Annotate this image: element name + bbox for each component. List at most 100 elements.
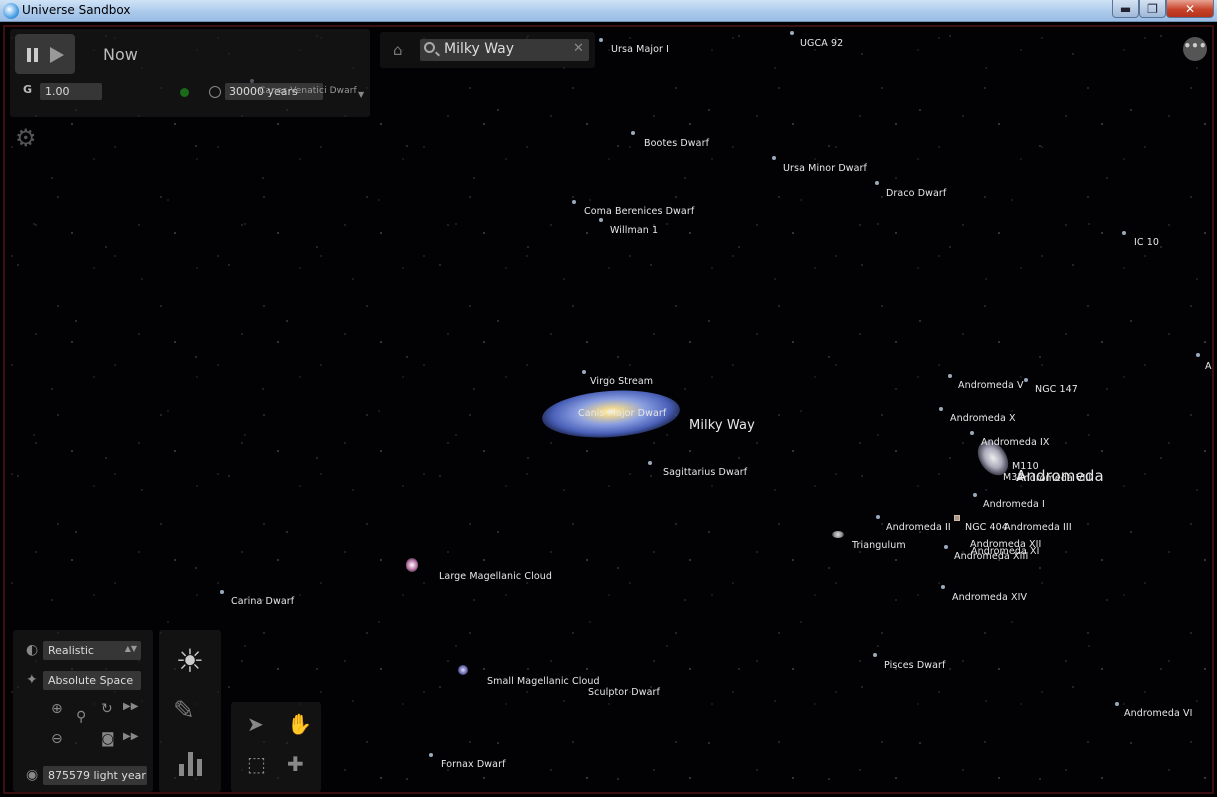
- fast-forward-icon[interactable]: ▶▶: [123, 702, 138, 712]
- label-andromeda-xiv[interactable]: Andromeda XIV: [952, 592, 1027, 603]
- label-ic-10[interactable]: IC 10: [1134, 237, 1159, 248]
- add-object-icon[interactable]: ✚: [287, 754, 304, 774]
- more-options-button[interactable]: •••: [1183, 37, 1207, 61]
- search-input[interactable]: Milky Way ✕: [420, 39, 589, 61]
- object-marker[interactable]: [220, 590, 224, 594]
- object-marker[interactable]: [973, 493, 977, 497]
- object-marker[interactable]: [599, 38, 603, 42]
- object-marker[interactable]: [599, 218, 603, 222]
- box-select-icon[interactable]: ⬚: [247, 754, 266, 774]
- object-marker[interactable]: [1115, 702, 1119, 706]
- object-marker[interactable]: [572, 200, 576, 204]
- play-pause-control[interactable]: [15, 34, 75, 74]
- object-marker[interactable]: [631, 131, 635, 135]
- render-mode-select[interactable]: Realistic ▲▼: [43, 641, 141, 660]
- app-logo-icon: [3, 3, 19, 19]
- object-marker[interactable]: [939, 407, 943, 411]
- interaction-mode-panel: ➤ ✋ ⬚ ✚: [231, 702, 321, 792]
- object-marker[interactable]: [429, 753, 433, 757]
- time-step-dropdown-arrow[interactable]: ▼: [358, 90, 364, 99]
- label-sagittarius-dwarf[interactable]: Sagittarius Dwarf: [663, 467, 747, 478]
- label-andromeda-xiii[interactable]: Andromeda XIII: [954, 551, 1028, 562]
- render-mode-icon: ◐: [26, 642, 39, 658]
- current-time-label[interactable]: Now: [103, 45, 138, 64]
- label-triangulum[interactable]: Triangulum: [852, 540, 906, 551]
- pause-icon[interactable]: [27, 48, 31, 62]
- object-marker[interactable]: [582, 370, 586, 374]
- search-clear-button[interactable]: ✕: [573, 41, 584, 56]
- maximize-button[interactable]: ❐: [1139, 0, 1166, 18]
- object-marker[interactable]: [948, 374, 952, 378]
- object-marker[interactable]: [1196, 353, 1200, 357]
- paint-icon[interactable]: ✎: [173, 696, 195, 726]
- large-magellanic-cloud-body[interactable]: [406, 558, 418, 572]
- zoom-in-icon[interactable]: ⊕: [51, 702, 63, 716]
- label-offscreen-object[interactable]: An: [1205, 361, 1212, 372]
- search-input-value[interactable]: Milky Way: [444, 41, 514, 57]
- sun-icon[interactable]: ☀: [173, 644, 207, 678]
- camera-icon[interactable]: ◙: [101, 732, 115, 746]
- chevron-updown-icon: ▲▼: [124, 644, 137, 653]
- label-willman-1[interactable]: Willman 1: [610, 225, 658, 236]
- simulation-viewport[interactable]: Ursa Major I UGCA 92 Bootes Dwarf Ursa M…: [3, 25, 1214, 794]
- object-marker[interactable]: [648, 461, 652, 465]
- camera-distance-readout: 875579 light year: [43, 766, 147, 785]
- label-ugca-92[interactable]: UGCA 92: [800, 38, 843, 49]
- reference-frame-select[interactable]: Absolute Space: [43, 671, 141, 690]
- object-marker[interactable]: [944, 545, 948, 549]
- label-draco-dwarf[interactable]: Draco Dwarf: [886, 188, 946, 199]
- hand-icon[interactable]: ✋: [287, 714, 312, 734]
- view-settings-panel: ◐ Realistic ▲▼ ✦ Absolute Space ⊕ ⚲ ↻ ▶▶…: [13, 630, 153, 792]
- label-andromeda[interactable]: Andromeda: [1016, 467, 1104, 485]
- label-coma-berenices-dwarf[interactable]: Coma Berenices Dwarf: [584, 206, 694, 217]
- label-ursa-minor-dwarf[interactable]: Ursa Minor Dwarf: [783, 163, 867, 174]
- minimize-button[interactable]: ▬: [1112, 0, 1139, 18]
- object-marker[interactable]: [772, 156, 776, 160]
- play-icon[interactable]: [50, 47, 64, 63]
- camera-target-icon[interactable]: ⚲: [76, 710, 86, 724]
- label-andromeda-ix[interactable]: Andromeda IX: [981, 437, 1050, 448]
- triangulum-body[interactable]: [832, 531, 844, 538]
- label-large-magellanic-cloud[interactable]: Large Magellanic Cloud: [439, 571, 552, 582]
- object-marker[interactable]: [873, 653, 877, 657]
- label-canes-venatici-dwarf[interactable]: Canes Venatici Dwarf: [259, 86, 357, 96]
- label-andromeda-iii[interactable]: Andromeda III: [1004, 522, 1072, 533]
- bar-chart-icon[interactable]: [179, 748, 205, 776]
- object-marker[interactable]: [1122, 231, 1126, 235]
- label-carina-dwarf[interactable]: Carina Dwarf: [231, 596, 294, 607]
- window-title: Universe Sandbox: [22, 3, 131, 17]
- label-andromeda-i[interactable]: Andromeda I: [983, 499, 1045, 510]
- gear-icon[interactable]: ⚙: [15, 126, 37, 150]
- rotate-icon[interactable]: ↻: [101, 702, 113, 716]
- fast-forward-icon[interactable]: ▶▶: [123, 732, 138, 742]
- zoom-out-icon[interactable]: ⊖: [51, 732, 63, 746]
- close-button[interactable]: ✕: [1166, 0, 1214, 18]
- label-canis-major-dwarf[interactable]: Canis Major Dwarf: [578, 408, 666, 419]
- label-virgo-stream[interactable]: Virgo Stream: [590, 376, 653, 387]
- object-marker[interactable]: [941, 585, 945, 589]
- label-andromeda-x[interactable]: Andromeda X: [950, 413, 1016, 424]
- object-marker[interactable]: [970, 431, 974, 435]
- label-bootes-dwarf[interactable]: Bootes Dwarf: [644, 138, 709, 149]
- cursor-icon[interactable]: ➤: [247, 714, 264, 734]
- label-andromeda-vi[interactable]: Andromeda VI: [1124, 708, 1193, 719]
- label-andromeda-v[interactable]: Andromeda V: [958, 380, 1024, 391]
- label-milky-way[interactable]: Milky Way: [689, 418, 755, 433]
- clock-icon: [209, 86, 221, 98]
- small-magellanic-cloud-body[interactable]: [458, 665, 468, 675]
- label-sculptor-dwarf[interactable]: Sculptor Dwarf: [588, 687, 660, 698]
- label-fornax-dwarf[interactable]: Fornax Dwarf: [441, 759, 506, 770]
- gravity-input[interactable]: 1.00: [40, 83, 102, 100]
- object-marker[interactable]: [1024, 378, 1028, 382]
- home-icon[interactable]: ⌂: [393, 41, 403, 59]
- label-ursa-major-i[interactable]: Ursa Major I: [611, 44, 669, 55]
- label-ngc-147[interactable]: NGC 147: [1035, 384, 1078, 395]
- label-small-magellanic-cloud[interactable]: Small Magellanic Cloud: [487, 676, 600, 687]
- object-marker[interactable]: [790, 31, 794, 35]
- label-pisces-dwarf[interactable]: Pisces Dwarf: [884, 660, 946, 671]
- label-ngc-404[interactable]: NGC 404: [965, 522, 1008, 533]
- object-marker[interactable]: [876, 515, 880, 519]
- object-marker[interactable]: [875, 181, 879, 185]
- label-andromeda-ii[interactable]: Andromeda II: [886, 522, 951, 533]
- ngc-404-marker[interactable]: [954, 515, 960, 521]
